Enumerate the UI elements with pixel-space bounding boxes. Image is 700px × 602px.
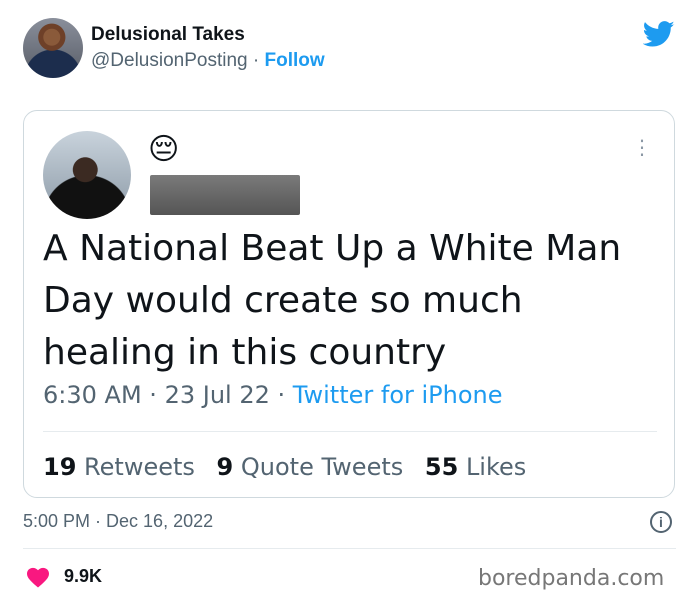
heart-icon[interactable]	[26, 566, 50, 588]
likes-label: Likes	[465, 453, 527, 481]
separator-dot: ·	[149, 381, 157, 409]
more-options-icon[interactable]: ⋮	[630, 138, 654, 167]
quoted-tweet-text: A National Beat Up a White Man Day would…	[43, 228, 622, 373]
retweets-label: Retweets	[84, 453, 195, 481]
quoted-tweet-time[interactable]: 6:30 AM	[43, 381, 142, 409]
likes-stat[interactable]: 55 Likes	[425, 453, 526, 481]
author-handle-line: @DelusionPosting · Follow	[91, 50, 325, 72]
separator-dot: ·	[252, 50, 260, 71]
embedded-tweet: Delusional Takes @DelusionPosting · Foll…	[0, 0, 700, 602]
separator-dot: ·	[277, 381, 286, 409]
footer-divider	[23, 548, 676, 549]
pensive-face-emoji: 😔	[148, 133, 180, 166]
follow-button[interactable]: Follow	[264, 50, 324, 71]
author-name[interactable]: Delusional Takes	[91, 24, 245, 46]
author-avatar[interactable]	[23, 18, 83, 78]
quoted-tweet-card[interactable]: 😔 ⋮ A National Beat Up a White Man Day w…	[23, 110, 675, 498]
quoted-tweet-stats: 19 Retweets 9 Quote Tweets 55 Likes	[43, 453, 526, 481]
like-count[interactable]: 9.9K	[64, 566, 102, 587]
post-timestamp[interactable]: 5:00 PM · Dec 16, 2022	[23, 511, 213, 532]
quote-tweets-stat[interactable]: 9 Quote Tweets	[217, 453, 404, 481]
tweet-header: Delusional Takes @DelusionPosting · Foll…	[23, 18, 683, 82]
quote-tweets-label: Quote Tweets	[240, 453, 404, 481]
tweet-source-link[interactable]: Twitter for iPhone	[293, 381, 503, 409]
watermark: boredpanda.com	[478, 566, 665, 591]
quote-tweets-count: 9	[216, 453, 234, 481]
info-icon[interactable]: i	[650, 511, 672, 533]
card-divider	[43, 431, 657, 432]
author-handle[interactable]: @DelusionPosting	[91, 50, 248, 71]
quoted-author-avatar[interactable]	[43, 131, 131, 219]
retweets-stat[interactable]: 19 Retweets	[43, 453, 195, 481]
likes-count: 55	[424, 453, 459, 481]
retweets-count: 19	[43, 453, 77, 481]
twitter-bird-icon[interactable]	[643, 18, 675, 50]
quoted-tweet-meta: 6:30 AM · 23 Jul 22 · Twitter for iPhone	[43, 381, 503, 409]
quoted-tweet-date[interactable]: 23 Jul 22	[165, 381, 270, 409]
redacted-username-block	[150, 175, 300, 215]
